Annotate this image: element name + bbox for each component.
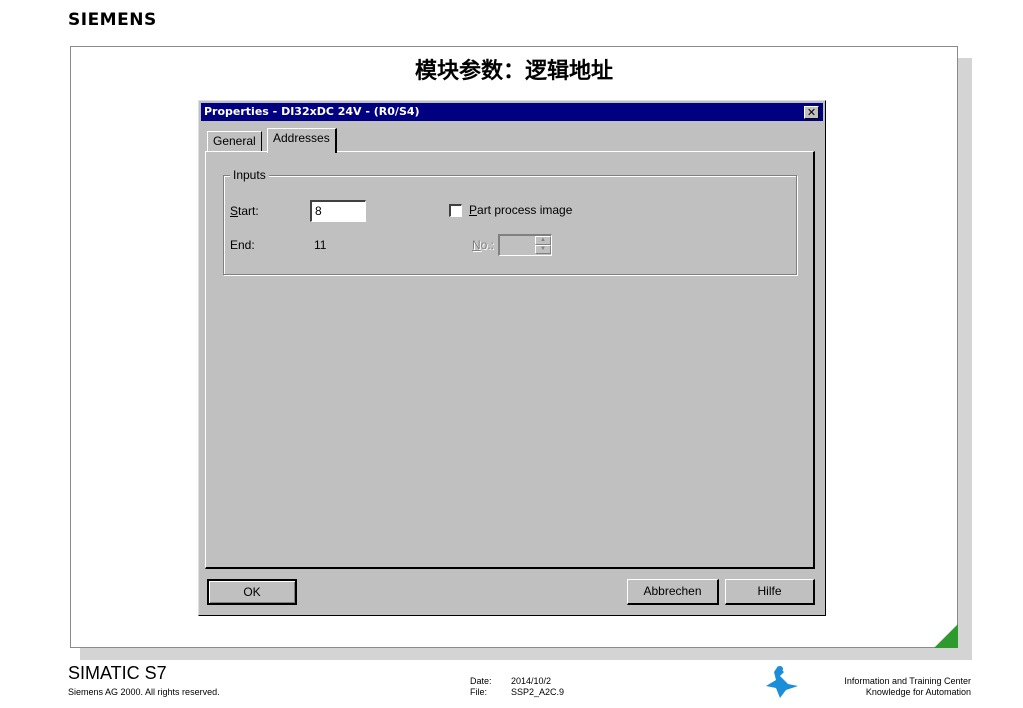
tab-general[interactable]: General [207,131,262,151]
close-button[interactable]: ✕ [804,106,819,119]
ok-button[interactable]: OK [207,579,297,605]
start-input[interactable]: 8 [310,200,366,222]
footer-copyright: Siemens AG 2000. All rights reserved. [68,687,220,697]
inputs-groupbox: Inputs Start: 8 End: 11 Part process ima… [223,168,797,275]
spin-up-icon[interactable]: ▲ [535,236,551,245]
start-label: Start: [230,204,259,218]
addresses-tab-panel: Inputs Start: 8 End: 11 Part process ima… [205,151,815,569]
part-process-image-checkbox[interactable] [449,204,462,217]
dialog-titlebar[interactable]: Properties - DI32xDC 24V - (R0/S4) ✕ [201,103,823,121]
inputs-group-label: Inputs [230,168,269,182]
part-image-rest: art process image [477,203,573,217]
training-center-logo-icon [766,666,798,698]
no-label: No.: [472,238,494,252]
slide-title: 模块参数：逻辑地址 [414,59,613,84]
footer-file-label: File: [470,687,488,697]
no-label-accel: N [472,238,481,252]
footer-itc-line1: Information and Training Center [844,676,971,686]
start-label-accel: S [230,204,239,218]
no-spinbox[interactable]: ▲ ▼ [498,234,552,256]
footer-product: SIMATIC S7 [68,663,167,683]
part-image-accel: P [469,203,478,217]
cancel-button[interactable]: Abbrechen [627,579,719,605]
part-process-image-label[interactable]: Part process image [469,203,572,217]
no-label-rest: o.: [480,238,495,252]
footer-date-label: Date: [470,676,492,686]
siemens-logo-text: SIEMENS [68,10,157,30]
slide-corner-accent [934,624,958,648]
properties-dialog: Properties - DI32xDC 24V - (R0/S4) ✕ Gen… [198,100,826,616]
tab-addresses[interactable]: Addresses [267,128,337,153]
start-label-rest: tart: [238,204,259,218]
footer-file-value: SSP2_A2C.9 [511,687,565,697]
footer-itc-line2: Knowledge for Automation [865,687,971,697]
dialog-title: Properties - DI32xDC 24V - (R0/S4) [204,105,420,118]
end-value: 11 [314,238,327,252]
end-label: End: [230,238,255,252]
spin-buttons: ▲ ▼ [535,236,551,255]
footer-date-value: 2014/10/2 [511,676,552,686]
spin-down-icon[interactable]: ▼ [535,245,551,254]
slide-frame: 模块参数：逻辑地址 Properties - DI32xDC 24V - (R0… [70,46,958,648]
close-icon: ✕ [806,106,817,119]
help-button[interactable]: Hilfe [725,579,815,605]
